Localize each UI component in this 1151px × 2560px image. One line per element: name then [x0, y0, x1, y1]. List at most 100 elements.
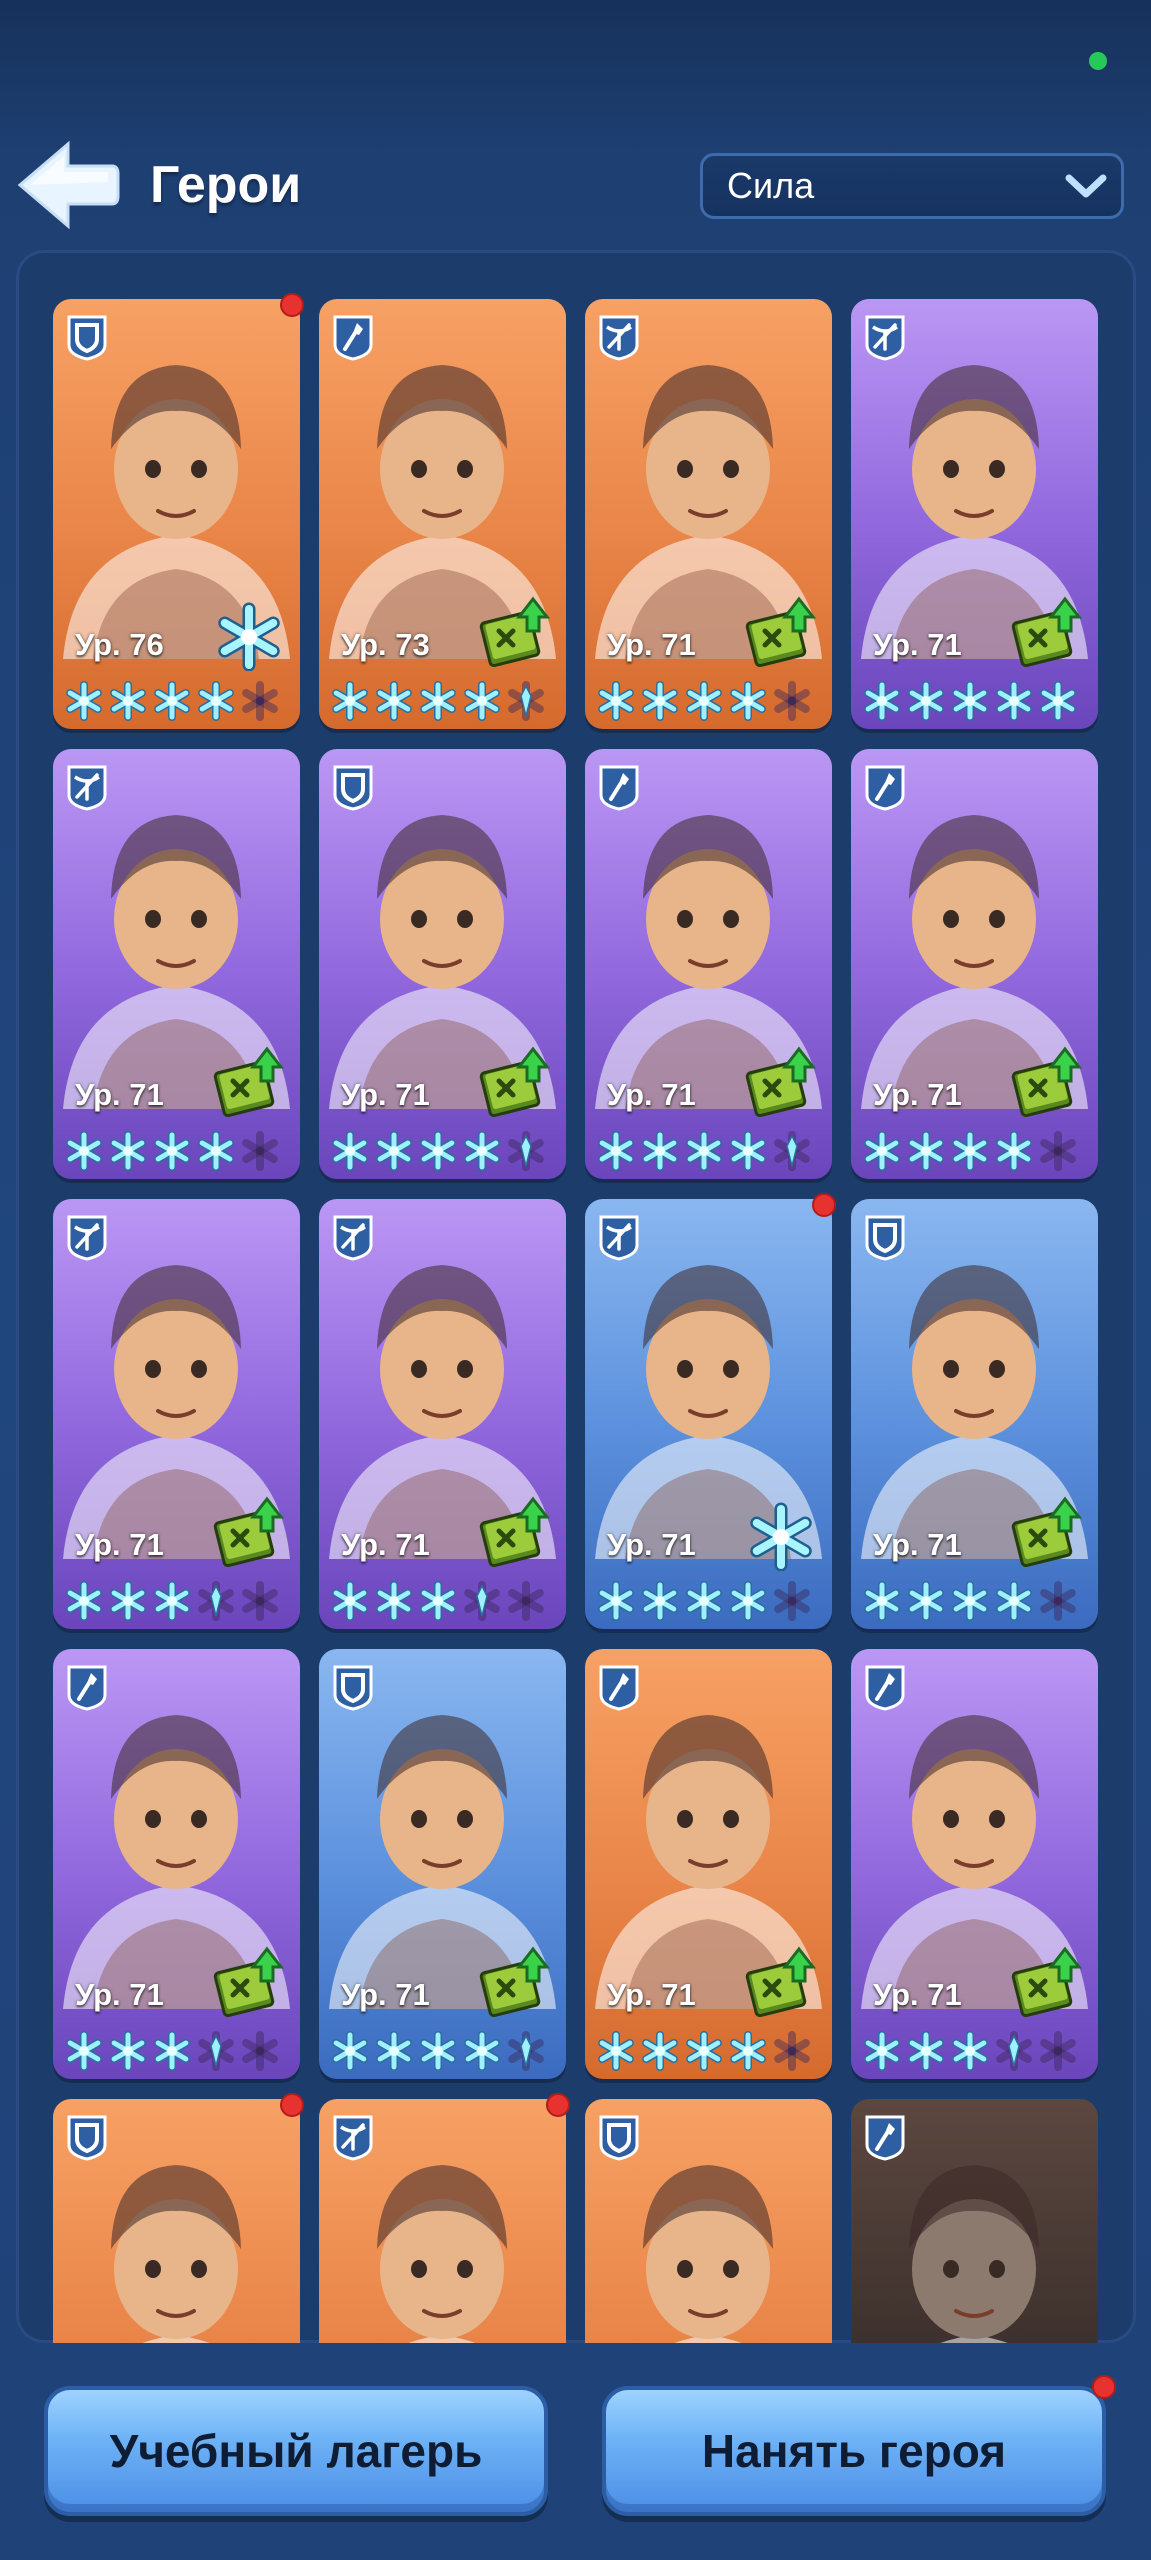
shield-class-icon [865, 1215, 905, 1261]
hero-card[interactable]: Ур. 71 [585, 1199, 832, 1629]
hero-card[interactable]: Ур. 71 [851, 299, 1098, 729]
hero-level: Ур. 71 [873, 1077, 962, 1112]
notification-dot [280, 2093, 304, 2117]
star-icon [376, 1131, 412, 1171]
crossbow-class-icon [865, 315, 905, 361]
star-icon [464, 1131, 500, 1171]
hero-level: Ур. 71 [607, 627, 696, 662]
star-icon [110, 1581, 146, 1621]
hero-card[interactable] [851, 2099, 1098, 2343]
hero-card[interactable]: Ур. 71 [319, 749, 566, 1179]
training-camp-button[interactable]: Учебный лагерь [44, 2386, 548, 2516]
upgrade-manual-icon [213, 1046, 285, 1118]
star-icon [198, 681, 234, 721]
hero-card[interactable]: Ур. 71 [585, 1649, 832, 2079]
star-icon [110, 1131, 146, 1171]
star-rating [595, 679, 825, 723]
star-icon [952, 1131, 988, 1171]
hero-card[interactable] [319, 2099, 566, 2343]
hero-level: Ур. 71 [873, 1977, 962, 2012]
star-rating [861, 1579, 1091, 1623]
back-button[interactable] [16, 138, 120, 232]
star-icon [598, 1131, 634, 1171]
star-icon [332, 1131, 368, 1171]
status-indicator [1089, 52, 1107, 70]
star-icon [242, 681, 278, 721]
hero-card[interactable]: Ур. 71 [851, 1649, 1098, 2079]
star-icon [952, 681, 988, 721]
hero-level: Ур. 71 [341, 1977, 430, 2012]
shovel-class-icon [67, 1665, 107, 1711]
star-icon [66, 681, 102, 721]
upgrade-manual-icon [745, 1946, 817, 2018]
upgrade-manual-icon [1011, 1946, 1083, 2018]
hero-level: Ур. 71 [341, 1077, 430, 1112]
star-icon [110, 2031, 146, 2071]
star-icon [1040, 681, 1076, 721]
star-rating [861, 2029, 1091, 2073]
hero-grid: Ур. 76 Ур. 73 Ур. 71 Ур. 71 Ур. 71 Ур. 7… [16, 250, 1136, 2343]
hero-card[interactable]: Ур. 71 [53, 1649, 300, 2079]
star-icon [598, 2031, 634, 2071]
hero-card[interactable]: Ур. 71 [851, 1199, 1098, 1629]
star-icon [864, 2031, 900, 2071]
star-rating [861, 1129, 1091, 1173]
hero-card[interactable]: Ур. 71 [319, 1649, 566, 2079]
upgrade-manual-icon [479, 1046, 551, 1118]
star-icon [774, 1131, 810, 1171]
hero-card[interactable]: Ур. 71 [319, 1199, 566, 1629]
hero-card[interactable] [53, 2099, 300, 2343]
star-icon [730, 2031, 766, 2071]
star-icon [686, 681, 722, 721]
hero-card[interactable]: Ур. 71 [585, 749, 832, 1179]
star-rating [329, 679, 559, 723]
star-icon [332, 2031, 368, 2071]
star-icon [996, 681, 1032, 721]
crossbow-class-icon [67, 1215, 107, 1261]
star-icon [420, 681, 456, 721]
hero-level: Ур. 76 [75, 627, 164, 662]
star-icon [464, 2031, 500, 2071]
shield-class-icon [333, 765, 373, 811]
star-icon [952, 2031, 988, 2071]
hero-card[interactable]: Ур. 73 [319, 299, 566, 729]
training-camp-label: Учебный лагерь [109, 2425, 483, 2477]
hero-card[interactable]: Ур. 71 [53, 749, 300, 1179]
notification-dot [280, 293, 304, 317]
upgrade-manual-icon [213, 1946, 285, 2018]
star-icon [598, 681, 634, 721]
hero-card[interactable]: Ур. 71 [585, 299, 832, 729]
upgrade-manual-icon [213, 1496, 285, 1568]
hero-level: Ур. 71 [873, 627, 962, 662]
shovel-class-icon [599, 1665, 639, 1711]
star-icon [376, 681, 412, 721]
hero-level: Ур. 71 [341, 1527, 430, 1562]
star-icon [598, 1581, 634, 1621]
snowflake-icon [218, 602, 280, 671]
star-rating [595, 1129, 825, 1173]
chevron-down-icon [1065, 174, 1107, 198]
hero-card[interactable]: Ур. 71 [53, 1199, 300, 1629]
star-rating [329, 1579, 559, 1623]
hero-card[interactable]: Ур. 71 [851, 749, 1098, 1179]
shield-class-icon [67, 2115, 107, 2161]
crossbow-class-icon [333, 2115, 373, 2161]
upgrade-manual-icon [745, 596, 817, 668]
star-rating [595, 1579, 825, 1623]
notification-dot [1092, 2375, 1116, 2399]
star-icon [1040, 2031, 1076, 2071]
back-arrow-icon [17, 140, 120, 230]
shovel-class-icon [599, 765, 639, 811]
hero-card[interactable] [585, 2099, 832, 2343]
hero-level: Ур. 71 [75, 1527, 164, 1562]
star-icon [420, 1581, 456, 1621]
sort-dropdown[interactable]: Сила [700, 153, 1124, 219]
star-icon [198, 1581, 234, 1621]
hero-card[interactable]: Ур. 76 [53, 299, 300, 729]
sort-value: Сила [727, 165, 815, 206]
upgrade-manual-icon [479, 596, 551, 668]
upgrade-manual-icon [1011, 1046, 1083, 1118]
star-icon [110, 681, 146, 721]
hire-hero-button[interactable]: Нанять героя [602, 2386, 1106, 2516]
upgrade-manual-icon [479, 1946, 551, 2018]
